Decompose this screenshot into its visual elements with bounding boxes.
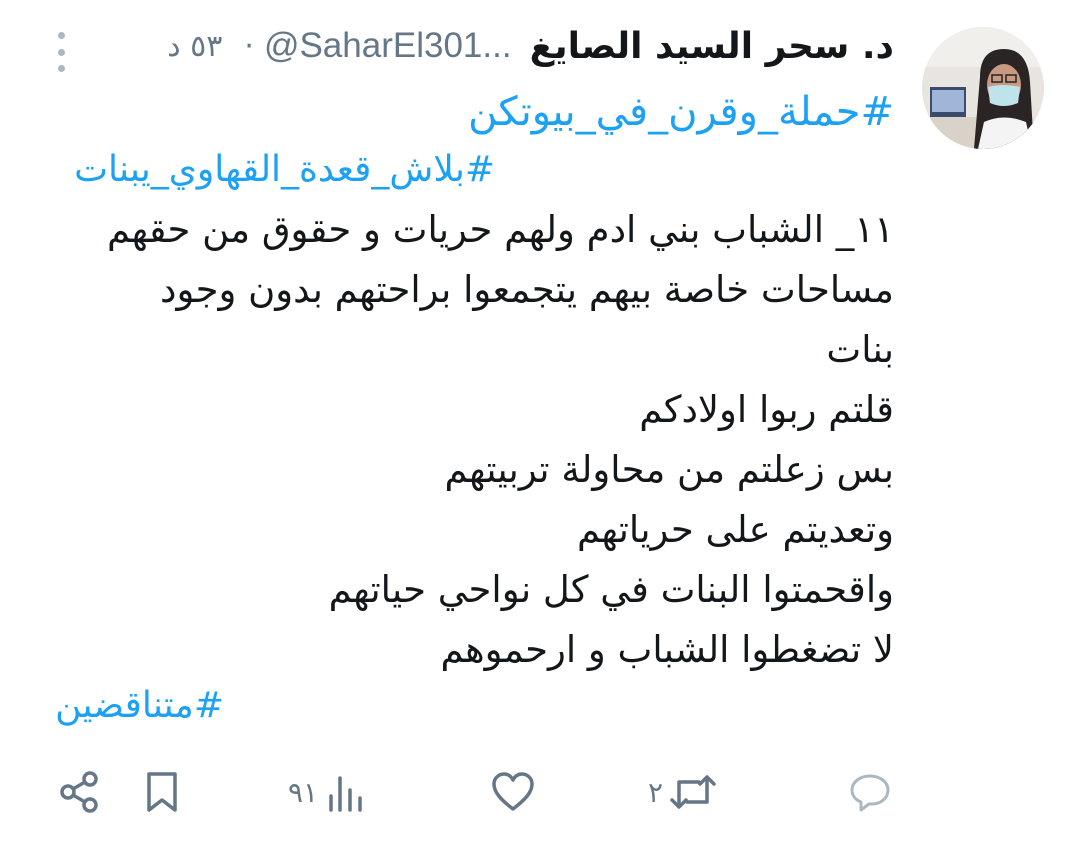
like-button[interactable] bbox=[490, 764, 536, 820]
author-name[interactable]: د. سحر السيد الصايغ bbox=[530, 26, 894, 67]
views-count: ٩١ bbox=[288, 775, 319, 809]
retweet-icon bbox=[670, 775, 716, 809]
analytics-icon bbox=[329, 776, 362, 812]
retweet-count: ٢ bbox=[648, 775, 664, 809]
tweet-text-line: مساحات خاصة بيهم يتجمعوا براحتهم بدون وج… bbox=[160, 268, 894, 311]
tweet-actions: ٢ ٩١ bbox=[0, 764, 1080, 820]
hashtag-link[interactable]: #بلاش_قعدة_القهاوي_يبنات bbox=[74, 140, 495, 200]
tweet-text-line: قلتم ربوا اولادكم bbox=[639, 388, 894, 431]
tweet-header: د. سحر السيد الصايغ @SaharEl301... · ٥٣ … bbox=[34, 20, 894, 72]
tweet-text-line: لا تضغطوا الشباب و ارحموهم bbox=[440, 628, 895, 671]
share-icon bbox=[60, 771, 98, 813]
tweet-text-line: واقحمتوا البنات في كل نواحي حياتهم bbox=[328, 568, 894, 611]
more-options-icon[interactable] bbox=[50, 32, 72, 72]
share-button[interactable] bbox=[58, 764, 102, 820]
hashtag-link[interactable]: #حملة_وقرن_في_بيوتكن bbox=[468, 82, 894, 142]
tweet-text-line: بس زعلتم من محاولة تربيتهم bbox=[444, 448, 894, 491]
heart-icon bbox=[492, 772, 534, 811]
views-button[interactable]: ٩١ bbox=[288, 764, 366, 820]
tweet-text-line: بنات bbox=[826, 328, 894, 371]
reply-icon bbox=[850, 774, 890, 812]
tweet-text-line: ١١_ الشباب بني ادم ولهم حريات و حقوق من … bbox=[107, 208, 894, 251]
bookmark-button[interactable] bbox=[144, 764, 180, 820]
retweet-button[interactable]: ٢ bbox=[648, 764, 717, 820]
tweet-text-line: وتعديتم على حرياتهم bbox=[576, 508, 894, 551]
reply-button[interactable] bbox=[848, 764, 892, 820]
hashtag-link[interactable]: #متناقضين bbox=[55, 676, 224, 736]
author-handle[interactable]: @SaharEl301... bbox=[264, 26, 512, 66]
author-avatar[interactable] bbox=[922, 27, 1044, 149]
bookmark-icon bbox=[147, 772, 177, 812]
tweet-time[interactable]: ٥٣ د bbox=[167, 29, 222, 64]
separator-dot: · bbox=[244, 28, 254, 64]
